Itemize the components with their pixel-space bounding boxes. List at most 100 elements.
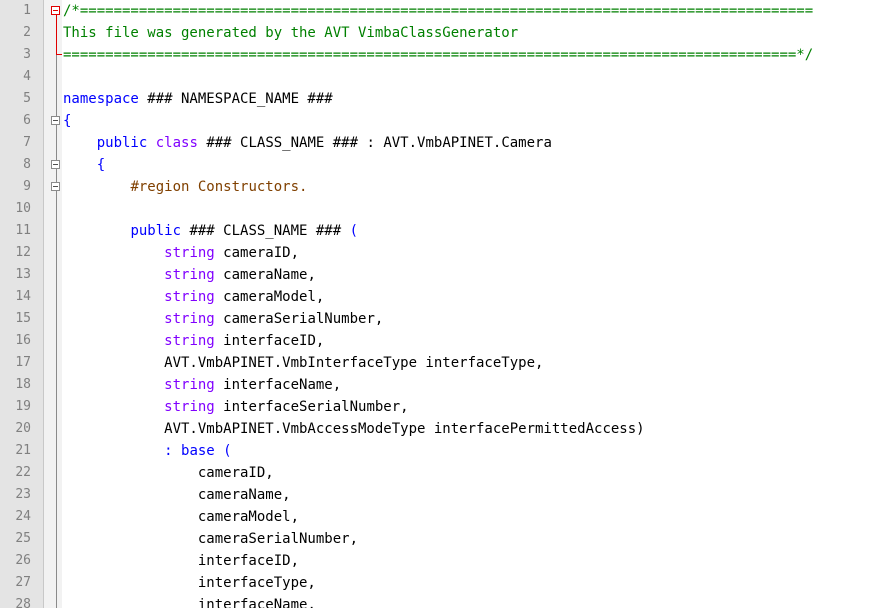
code-token: public	[130, 223, 182, 239]
code-token: ### NAMESPACE_NAME ###	[138, 91, 333, 107]
code-line[interactable]: 23 cameraName,	[0, 484, 880, 506]
code-line[interactable]: 27 interfaceType,	[0, 572, 880, 594]
fold-toggle-icon[interactable]	[51, 182, 60, 191]
line-number: 25	[15, 531, 31, 546]
line-number: 12	[15, 245, 31, 260]
code-token: cameraName,	[63, 487, 291, 503]
line-number: 20	[15, 421, 31, 436]
code-line[interactable]: 8 {	[0, 154, 880, 176]
line-number: 6	[23, 113, 31, 128]
code-line[interactable]: 16 string interfaceID,	[0, 330, 880, 352]
code-token: string	[164, 333, 215, 349]
line-number: 13	[15, 267, 31, 282]
code-token: cameraSerialNumber,	[63, 531, 359, 547]
line-code: string interfaceSerialNumber,	[63, 396, 408, 418]
fold-toggle-icon[interactable]	[51, 160, 60, 169]
code-line[interactable]: 21 : base (	[0, 440, 880, 462]
code-line[interactable]: 1 /*=====================================…	[0, 0, 880, 22]
line-code: public class ### CLASS_NAME ### : AVT.Vm…	[63, 132, 552, 154]
code-token: interfaceType,	[63, 575, 316, 591]
code-token: string	[164, 399, 215, 415]
line-code: public ### CLASS_NAME ### (	[63, 220, 358, 242]
line-number: 7	[23, 135, 31, 150]
code-line[interactable]: 12 string cameraID,	[0, 242, 880, 264]
line-number: 19	[15, 399, 31, 414]
code-token: ========================================…	[63, 47, 814, 63]
code-line[interactable]: 2 This file was generated by the AVT Vimb…	[0, 22, 880, 44]
code-line[interactable]: 5 namespace ### NAMESPACE_NAME ###	[0, 88, 880, 110]
code-line[interactable]: 24 cameraModel,	[0, 506, 880, 528]
line-code: #region Constructors.	[63, 176, 307, 198]
line-number: 9	[23, 179, 31, 194]
line-code: : base (	[63, 440, 232, 462]
code-line[interactable]: 25 cameraSerialNumber,	[0, 528, 880, 550]
code-token: string	[164, 267, 215, 283]
code-token: AVT.VmbAPINET.VmbInterfaceType interface…	[63, 355, 544, 371]
code-line[interactable]: 10	[0, 198, 880, 220]
code-token: (	[349, 223, 359, 239]
code-editor[interactable]: 1 /*=====================================…	[0, 0, 880, 608]
code-token: interfaceName,	[63, 597, 316, 608]
line-number: 11	[15, 223, 31, 238]
line-code: string interfaceID,	[63, 330, 324, 352]
line-code: cameraSerialNumber,	[63, 528, 358, 550]
line-code: string cameraID,	[63, 242, 299, 264]
code-line[interactable]: 9 #region Constructors.	[0, 176, 880, 198]
line-code: string cameraName,	[63, 264, 316, 286]
line-code: {	[63, 110, 71, 132]
code-token: string	[164, 289, 215, 305]
code-line[interactable]: 15 string cameraSerialNumber,	[0, 308, 880, 330]
line-number: 28	[15, 597, 31, 608]
line-number: 21	[15, 443, 31, 458]
line-number: 16	[15, 333, 31, 348]
code-line[interactable]: 13 string cameraName,	[0, 264, 880, 286]
line-code: cameraName,	[63, 484, 291, 506]
code-token: ### CLASS_NAME ###	[181, 223, 350, 239]
code-line[interactable]: 11 public ### CLASS_NAME ### (	[0, 220, 880, 242]
line-code: string cameraModel,	[63, 286, 324, 308]
code-line[interactable]: 18 string interfaceName,	[0, 374, 880, 396]
code-line[interactable]: 19 string interfaceSerialNumber,	[0, 396, 880, 418]
code-line[interactable]: 17 AVT.VmbAPINET.VmbInterfaceType interf…	[0, 352, 880, 374]
code-token: : base (	[164, 443, 232, 459]
code-line[interactable]: 7 public class ### CLASS_NAME ### : AVT.…	[0, 132, 880, 154]
code-line[interactable]: 28 interfaceName,	[0, 594, 880, 608]
code-token: ### CLASS_NAME ### : AVT.VmbAPINET.Camer…	[197, 135, 552, 151]
code-line[interactable]: 20 AVT.VmbAPINET.VmbAccessModeType inter…	[0, 418, 880, 440]
line-code: cameraID,	[63, 462, 274, 484]
line-number: 15	[15, 311, 31, 326]
code-line[interactable]: 3 =======================================…	[0, 44, 880, 66]
line-number: 24	[15, 509, 31, 524]
code-token: cameraID,	[214, 245, 300, 261]
code-line[interactable]: 22 cameraID,	[0, 462, 880, 484]
code-line[interactable]: 14 string cameraModel,	[0, 286, 880, 308]
line-code: interfaceID,	[63, 550, 299, 572]
code-line[interactable]: 6{	[0, 110, 880, 132]
code-line[interactable]: 26 interfaceID,	[0, 550, 880, 572]
fold-toggle-icon[interactable]	[51, 116, 60, 125]
code-token: {	[63, 113, 72, 129]
line-code: namespace ### NAMESPACE_NAME ###	[63, 88, 333, 110]
code-line[interactable]: 4	[0, 66, 880, 88]
code-token: cameraModel,	[214, 289, 325, 305]
line-number: 27	[15, 575, 31, 590]
line-number: 4	[23, 69, 31, 84]
code-token: interfaceName,	[214, 377, 342, 393]
code-token: string	[164, 377, 215, 393]
fold-toggle-icon[interactable]	[51, 6, 60, 15]
line-code: string cameraSerialNumber,	[63, 308, 383, 330]
line-code: interfaceName,	[63, 594, 316, 608]
line-number: 18	[15, 377, 31, 392]
line-number: 3	[23, 47, 31, 62]
code-token: interfaceID,	[63, 553, 300, 569]
line-number: 23	[15, 487, 31, 502]
code-token: /*======================================…	[63, 3, 814, 19]
